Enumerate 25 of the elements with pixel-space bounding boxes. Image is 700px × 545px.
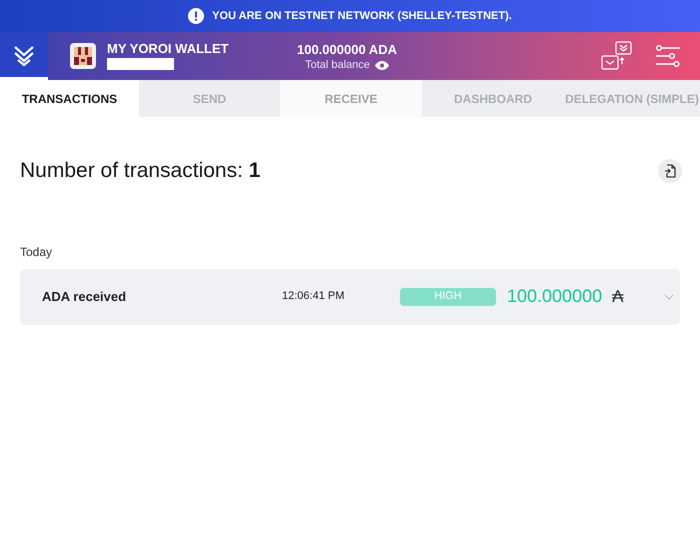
warning-icon [188,8,204,24]
wallet-switch-icon[interactable] [600,40,634,72]
wallet-avatar-icon [70,43,96,69]
nav-tab[interactable]: DELEGATION (SIMPLE) [564,80,700,117]
transaction-count: Number of transactions: 1 [20,158,260,184]
redacted-bar [107,58,174,70]
nav-tab[interactable]: DASHBOARD [422,80,564,117]
transaction-amount: 100.000000 [507,285,602,308]
eye-icon[interactable] [374,61,389,70]
nav-tab[interactable]: RECEIVE [280,80,422,117]
ada-symbol: ₳ [612,286,624,308]
settings-icon[interactable] [656,45,680,67]
transaction-type: ADA received [42,288,128,306]
testnet-warning: YOU ARE ON TESTNET NETWORK (SHELLEY-TESTNET). [212,8,512,24]
nav-tab[interactable]: SEND [139,80,280,117]
date-heading: Today [20,244,52,260]
logo-tab[interactable] [0,32,48,80]
total-balance-label: Total balance [305,60,370,71]
export-file-icon [664,164,676,178]
transaction-row[interactable]: ADA received 12:06:41 PM HIGH 100.000000 ₳ [20,268,680,324]
total-balance-amount: 100.000000 ADA [297,43,397,56]
export-button[interactable] [658,158,682,183]
wallet-name: MY YOROI WALLET [107,42,229,55]
assurance-badge: HIGH [400,288,496,306]
transaction-time: 12:06:41 PM [282,289,346,304]
